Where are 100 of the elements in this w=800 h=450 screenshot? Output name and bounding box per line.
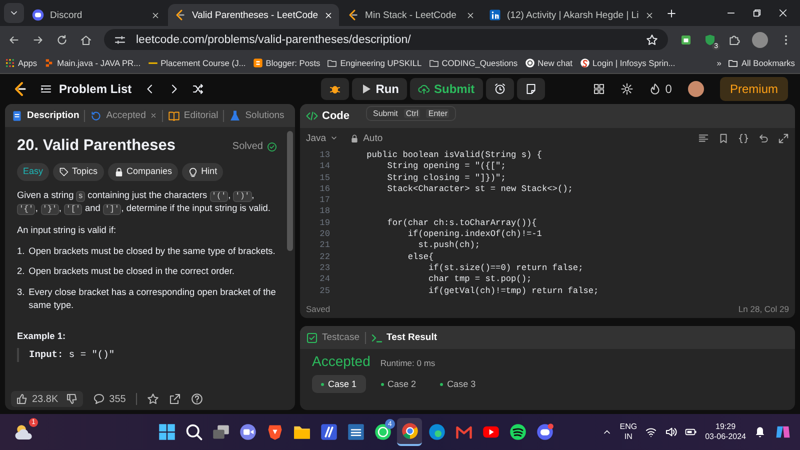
code-icon <box>306 110 318 122</box>
share-icon <box>168 393 181 405</box>
clock-date[interactable]: 03-06-2024 <box>705 432 746 442</box>
checkbox-icon <box>306 332 318 344</box>
all-bookmarks-button[interactable]: All Bookmarks <box>728 58 795 68</box>
home-icon <box>80 34 92 46</box>
close-icon <box>150 112 157 119</box>
tune-icon <box>114 34 126 46</box>
profile-avatar[interactable] <box>752 32 768 48</box>
expand-button[interactable] <box>778 132 789 144</box>
blocks-logo-icon <box>44 58 54 68</box>
case-tab[interactable]: Case 2 <box>372 375 426 393</box>
square-logo-icon <box>346 423 364 441</box>
panel-tab[interactable]: Solutions <box>229 110 284 122</box>
lock-icon <box>114 166 124 177</box>
input-region[interactable]: IN <box>624 432 632 442</box>
taskbar-button[interactable] <box>397 418 422 446</box>
bookmark[interactable]: Apps <box>5 58 38 68</box>
extension-button[interactable] <box>680 34 692 46</box>
problem-list-button[interactable]: Problem List <box>40 82 132 96</box>
code-tab[interactable]: Code <box>306 110 350 122</box>
tag-button[interactable]: Topics <box>53 163 104 181</box>
gear-icon <box>621 83 634 95</box>
close-icon <box>644 10 654 20</box>
reset-button[interactable] <box>758 132 769 144</box>
bookmark[interactable]: New chat <box>524 58 572 68</box>
panel-tab[interactable]: Description <box>11 110 80 122</box>
terminal-icon <box>370 332 382 344</box>
plus-icon <box>666 8 678 18</box>
input-language[interactable]: ENG <box>620 422 638 432</box>
dislike-button[interactable] <box>66 393 78 405</box>
home-button[interactable] <box>80 34 92 46</box>
run-button[interactable]: Run <box>352 78 408 100</box>
circle-logo-icon <box>32 9 44 21</box>
restore-button[interactable] <box>752 8 762 18</box>
browser-tab[interactable]: Valid Parentheses - LeetCode <box>168 4 340 26</box>
tag-button[interactable]: Hint <box>182 163 224 181</box>
close-button[interactable] <box>778 8 788 18</box>
case-tab[interactable]: Case 1 <box>312 375 366 393</box>
premium-button[interactable]: Premium <box>720 77 788 101</box>
save-status: Saved <box>306 304 330 314</box>
list-item: Open brackets must be closed in the correct order. <box>28 265 234 278</box>
language-dropdown[interactable]: Java <box>306 132 338 144</box>
square-logo-icon <box>320 423 338 441</box>
browser-tab[interactable]: Discord <box>26 4 166 26</box>
browser-tab[interactable]: Min Stack - LeetCode <box>341 4 482 26</box>
profile-avatar[interactable] <box>688 81 704 97</box>
panel-tab[interactable]: Accepted <box>90 110 157 122</box>
shuffle-button[interactable] <box>192 83 204 95</box>
back-button[interactable] <box>8 34 20 46</box>
format-button[interactable] <box>698 132 709 144</box>
bookmark[interactable]: Login | Infosys Sprin... <box>580 58 676 68</box>
settings-button[interactable] <box>621 83 634 95</box>
document-icon <box>11 110 23 122</box>
code-line: if(getVal(ch)!=tmp) return false; <box>428 286 599 297</box>
share-button[interactable] <box>168 393 181 405</box>
debug-button[interactable] <box>320 78 349 100</box>
folder-icon <box>428 58 439 68</box>
bookmarks-overflow-button[interactable]: » <box>716 58 722 68</box>
reload-button[interactable] <box>56 34 68 46</box>
close-icon <box>778 8 788 18</box>
bookmark[interactable]: Main.java - JAVA PR... <box>44 58 141 68</box>
bookmark[interactable]: CODING_Questions <box>428 58 518 68</box>
timer-button[interactable] <box>486 78 514 100</box>
solved-status: Solved <box>232 140 263 154</box>
panel-tab[interactable]: Editorial <box>168 110 218 122</box>
paragraph: An input string is valid if: <box>17 224 118 237</box>
layout-button[interactable] <box>593 83 606 95</box>
submit-button[interactable]: Submit <box>410 78 483 100</box>
difficulty-tag: Easy <box>17 163 50 181</box>
lock-icon <box>350 134 360 142</box>
extensions-button[interactable] <box>728 34 740 46</box>
address-bar[interactable]: leetcode.com/problems/valid-parentheses/description/ <box>104 29 668 50</box>
tag-button[interactable]: Companies <box>108 163 178 181</box>
expand-icon <box>778 132 789 144</box>
code-line: Stack<Character> st = new Stack<>(); <box>386 184 573 196</box>
bookmark[interactable]: Blogger: Posts <box>252 58 320 68</box>
code-line: if(opening.indexOf(ch)!=-1 <box>406 229 542 240</box>
braces-button[interactable] <box>738 132 749 144</box>
scrollbar[interactable] <box>287 131 293 251</box>
bookmark-button[interactable] <box>718 132 729 144</box>
browser-tab[interactable]: (12) Activity | Akarsh Hegde | Li <box>483 4 660 26</box>
comments-button[interactable]: 355 <box>93 393 126 405</box>
flask-icon <box>229 110 242 122</box>
notes-button[interactable] <box>516 78 545 100</box>
code-line: public boolean isValid(String s) { <box>366 150 542 162</box>
panel-tab[interactable]: Testcase <box>306 332 360 344</box>
bookmark[interactable]: Engineering UPSKILL <box>327 58 422 68</box>
favorite-button[interactable] <box>146 393 159 405</box>
line-number: 17 <box>318 195 330 206</box>
bookmark[interactable]: Placement Course (J... <box>148 58 246 68</box>
streak-button[interactable]: 0 <box>649 82 672 96</box>
forward-button[interactable] <box>32 34 44 46</box>
tooltip-text: Submit <box>373 109 398 118</box>
clock-time[interactable]: 19:29 <box>716 422 736 432</box>
panel-tab[interactable]: Test Result <box>370 332 438 344</box>
help-button[interactable] <box>190 393 203 405</box>
problem-statement: Given a string s containing just the characters '(' , ')' , '{' , '}' , '[' and ']' , determine if the input string is valid. <box>17 188 272 216</box>
case-tab[interactable]: Case 3 <box>431 375 485 393</box>
line-number: 23 <box>318 262 330 274</box>
